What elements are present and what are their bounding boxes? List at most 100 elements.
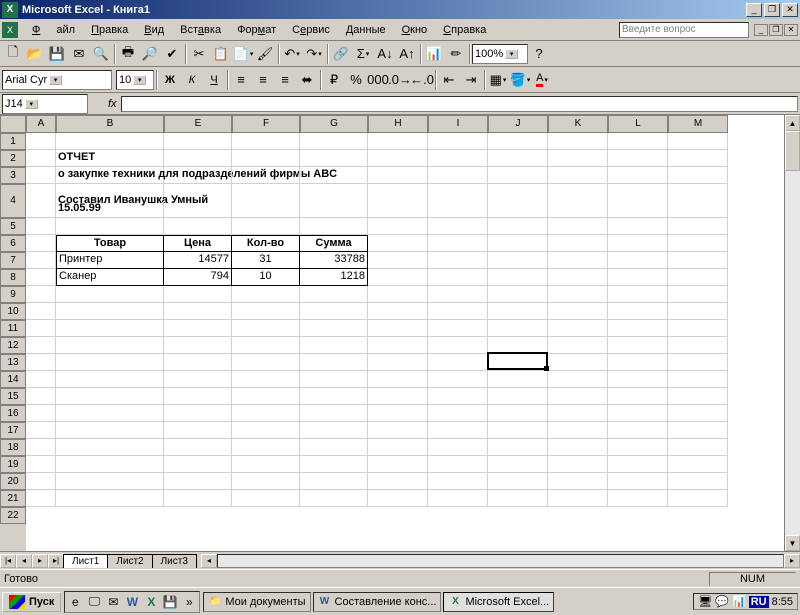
cell-B3[interactable]: о закупке техники для подразделений фирм…: [56, 167, 164, 184]
cell[interactable]: [300, 133, 368, 150]
font-size-combo[interactable]: 10▾: [116, 70, 154, 90]
tray-icon[interactable]: 🖥: [698, 595, 712, 608]
cell[interactable]: [428, 150, 488, 167]
cell[interactable]: [668, 320, 728, 337]
row-header-22[interactable]: 22: [0, 507, 26, 524]
cell[interactable]: [232, 422, 300, 439]
decrease-decimal-icon[interactable]: ←.0: [411, 69, 433, 91]
cell[interactable]: [488, 252, 548, 269]
cell[interactable]: [608, 133, 668, 150]
sheet-tab-3[interactable]: Лист3: [152, 554, 197, 568]
cell[interactable]: [368, 235, 428, 252]
cell[interactable]: [548, 405, 608, 422]
spreadsheet-grid[interactable]: 12345678910111213141516171819202122 ABEF…: [0, 115, 800, 551]
row-header-16[interactable]: 16: [0, 405, 26, 422]
cell[interactable]: [668, 490, 728, 507]
cell[interactable]: [488, 201, 548, 218]
column-header-L[interactable]: L: [608, 115, 668, 133]
cell[interactable]: [164, 303, 232, 320]
cell[interactable]: [428, 422, 488, 439]
cell[interactable]: [368, 490, 428, 507]
cell[interactable]: [26, 201, 56, 218]
cell[interactable]: [548, 354, 608, 371]
cell[interactable]: [56, 286, 164, 303]
cell[interactable]: [608, 473, 668, 490]
cell[interactable]: [608, 405, 668, 422]
cell[interactable]: [668, 388, 728, 405]
comma-icon[interactable]: 000: [367, 69, 389, 91]
align-left-icon[interactable]: ≡: [230, 69, 252, 91]
cell[interactable]: [56, 133, 164, 150]
close-button[interactable]: ✕: [782, 3, 798, 17]
increase-decimal-icon[interactable]: .0→: [389, 69, 411, 91]
column-header-I[interactable]: I: [428, 115, 488, 133]
cell[interactable]: [164, 337, 232, 354]
cell-G8[interactable]: 33788: [300, 252, 368, 269]
vertical-scrollbar[interactable]: ▲ ▼: [784, 115, 800, 551]
cell[interactable]: [548, 252, 608, 269]
cell[interactable]: [368, 422, 428, 439]
cell[interactable]: [548, 320, 608, 337]
cell[interactable]: [488, 388, 548, 405]
cell[interactable]: [608, 235, 668, 252]
paste-icon[interactable]: 📄: [232, 43, 254, 65]
cell[interactable]: [668, 150, 728, 167]
cell[interactable]: [368, 320, 428, 337]
cell[interactable]: [668, 269, 728, 286]
cell[interactable]: [368, 286, 428, 303]
cell[interactable]: [668, 456, 728, 473]
minimize-button[interactable]: _: [746, 3, 762, 17]
cell[interactable]: [26, 150, 56, 167]
cell[interactable]: [428, 439, 488, 456]
cell[interactable]: [368, 388, 428, 405]
cell[interactable]: [668, 235, 728, 252]
cell[interactable]: [368, 337, 428, 354]
menu-format[interactable]: Формат: [229, 22, 284, 38]
cell[interactable]: [26, 354, 56, 371]
cell[interactable]: [56, 320, 164, 337]
row-header-2[interactable]: 2: [0, 150, 26, 167]
cell[interactable]: [56, 456, 164, 473]
start-button[interactable]: Пуск: [2, 592, 61, 612]
autosum-icon[interactable]: Σ: [352, 43, 374, 65]
column-header-G[interactable]: G: [300, 115, 368, 133]
cell[interactable]: [608, 252, 668, 269]
menu-file[interactable]: Файл: [24, 22, 83, 38]
row-header-9[interactable]: 9: [0, 286, 26, 303]
cell[interactable]: [608, 167, 668, 184]
cell[interactable]: [548, 133, 608, 150]
cell[interactable]: [488, 422, 548, 439]
cell[interactable]: [26, 133, 56, 150]
cell[interactable]: [608, 150, 668, 167]
cut-icon[interactable]: ✂: [188, 43, 210, 65]
cell[interactable]: [548, 218, 608, 235]
cell[interactable]: [428, 303, 488, 320]
cell[interactable]: [368, 371, 428, 388]
tray-icon[interactable]: 💬: [715, 595, 729, 608]
cell[interactable]: [26, 286, 56, 303]
scroll-right-icon[interactable]: ▸: [784, 554, 800, 568]
tray-icon[interactable]: 📊: [732, 595, 746, 608]
row-header-15[interactable]: 15: [0, 388, 26, 405]
column-header-J[interactable]: J: [488, 115, 548, 133]
maximize-button[interactable]: ❐: [764, 3, 780, 17]
cell[interactable]: [56, 337, 164, 354]
cell[interactable]: [368, 473, 428, 490]
cell[interactable]: [300, 371, 368, 388]
cell[interactable]: [488, 269, 548, 286]
cell[interactable]: [26, 337, 56, 354]
cell[interactable]: [164, 150, 232, 167]
font-name-combo[interactable]: Arial Cyr▾: [2, 70, 112, 90]
cell[interactable]: [668, 167, 728, 184]
doc-icon[interactable]: X: [2, 22, 18, 38]
cell[interactable]: [488, 320, 548, 337]
percent-icon[interactable]: %: [345, 69, 367, 91]
cell[interactable]: [164, 133, 232, 150]
row-header-13[interactable]: 13: [0, 354, 26, 371]
cell[interactable]: [232, 473, 300, 490]
cell[interactable]: [26, 235, 56, 252]
cell[interactable]: [232, 405, 300, 422]
row-header-6[interactable]: 6: [0, 235, 26, 252]
formula-input[interactable]: [121, 96, 798, 112]
select-all-corner[interactable]: [0, 115, 26, 133]
